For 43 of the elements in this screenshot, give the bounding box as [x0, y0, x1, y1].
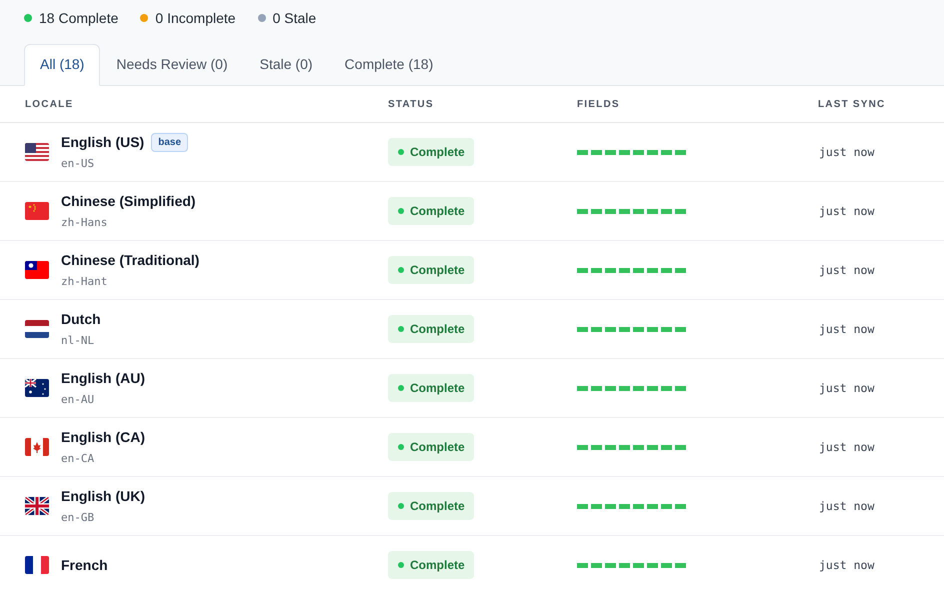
- locale-code: en-CA: [61, 450, 96, 467]
- locale-code: nl-NL: [61, 332, 96, 349]
- locale-name: English (AU): [61, 368, 145, 388]
- filter-tab[interactable]: Complete (18): [328, 44, 450, 86]
- status-pill: Complete: [388, 138, 474, 166]
- locale-code: zh-Hans: [61, 214, 108, 231]
- locale-code: zh-Hant: [61, 274, 108, 290]
- locale-name: Chinese (Simplified): [61, 192, 196, 211]
- locale-name: French: [61, 556, 108, 574]
- summary-count: 0 Stale: [272, 8, 316, 28]
- status-pill: Complete: [388, 374, 474, 402]
- status-pill: Complete: [388, 197, 474, 225]
- column-header: FIELDS: [576, 98, 621, 112]
- summary-count: 0 Incomplete: [155, 8, 236, 28]
- status-pill: Complete: [388, 315, 474, 343]
- locale-name: English (UK): [61, 486, 145, 506]
- last-sync-time: just now: [819, 381, 874, 395]
- last-sync-time: just now: [819, 204, 874, 218]
- locale-code: en-GB: [61, 510, 96, 526]
- last-sync-time: just now: [819, 558, 874, 572]
- last-sync-time: just now: [819, 145, 874, 159]
- column-header: LOCALE: [24, 98, 74, 112]
- locale-name: Chinese (Traditional): [61, 250, 200, 270]
- filter-tab[interactable]: All (18): [24, 44, 100, 86]
- locale-name: English (US): [61, 132, 144, 152]
- filter-tab[interactable]: Stale (0): [244, 44, 329, 86]
- last-sync-time: just now: [819, 263, 874, 277]
- locale-code: en-AU: [61, 392, 96, 408]
- status-pill: Complete: [388, 433, 474, 461]
- base-tag: base: [151, 132, 188, 152]
- filter-tab[interactable]: Needs Review (0): [100, 44, 244, 86]
- status-pill: Complete: [388, 492, 474, 520]
- last-sync-time: just now: [819, 440, 874, 454]
- locale-name: Dutch: [61, 310, 101, 329]
- locale-code: en-US: [61, 156, 96, 172]
- column-header: LAST SYNC: [817, 98, 886, 112]
- locale-name: English (CA): [61, 428, 145, 447]
- status-pill: Complete: [388, 256, 474, 284]
- summary-count: 18 Complete: [39, 8, 118, 28]
- last-sync-time: just now: [819, 322, 874, 336]
- status-pill: Complete: [388, 551, 474, 579]
- column-header: STATUS: [387, 98, 435, 112]
- last-sync-time: just now: [819, 499, 874, 513]
